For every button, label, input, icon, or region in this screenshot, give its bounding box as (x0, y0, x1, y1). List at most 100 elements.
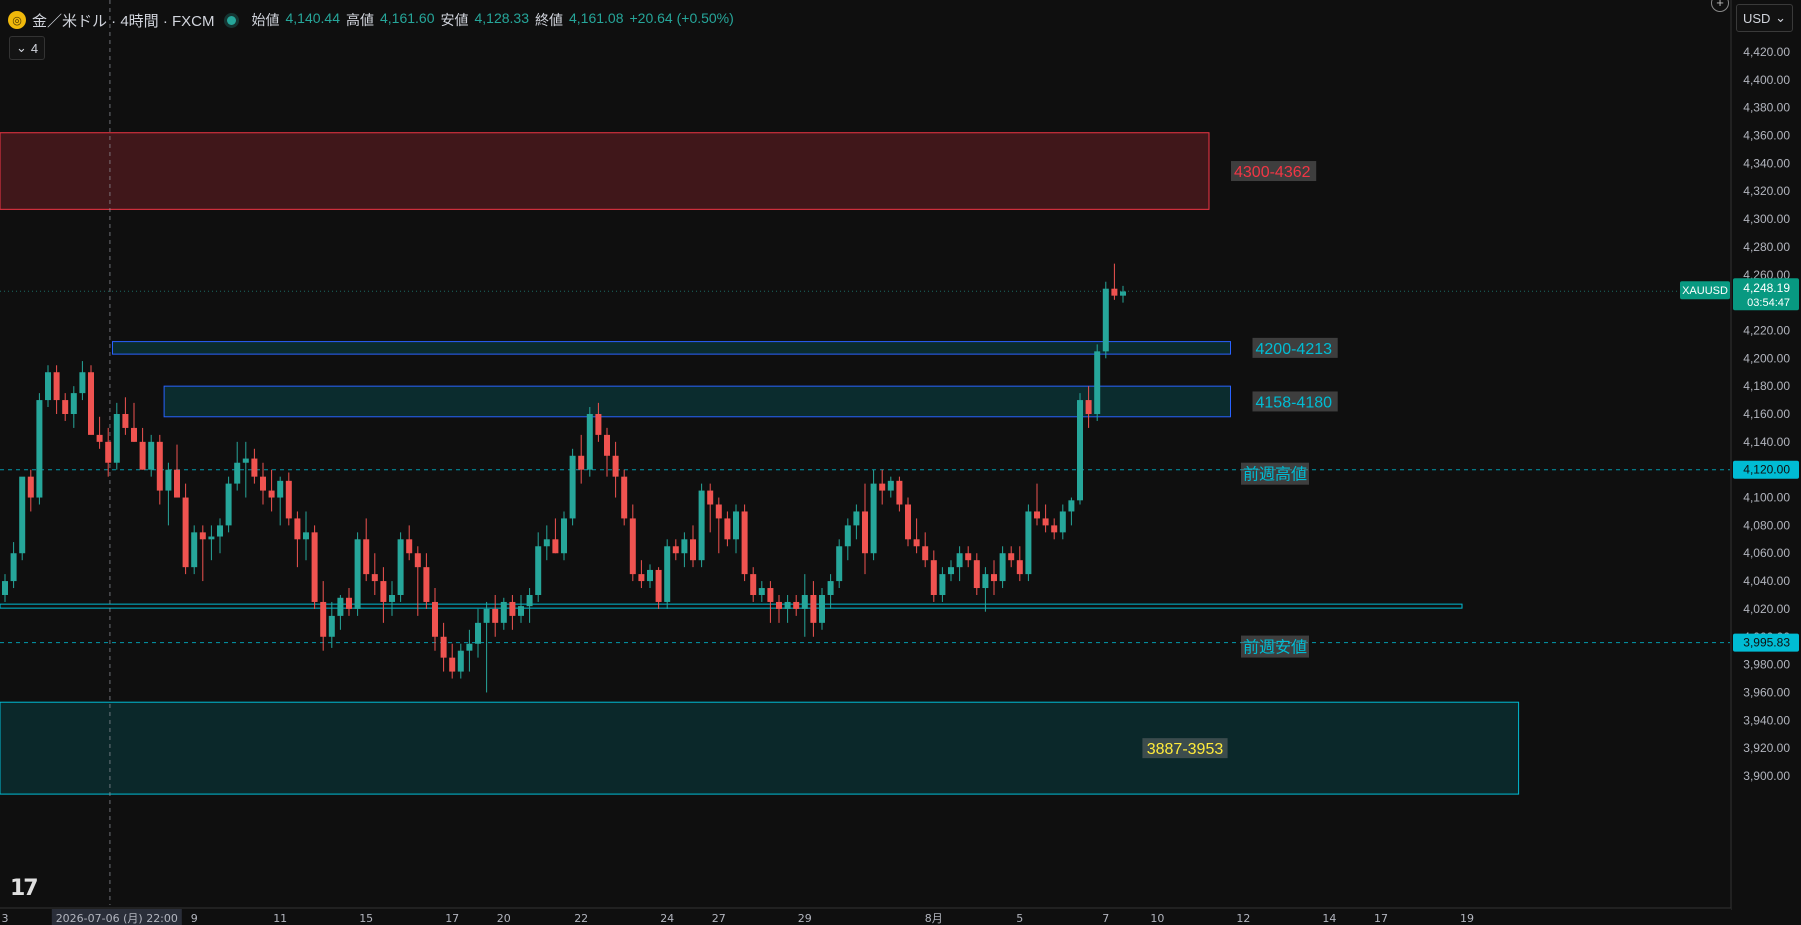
price-axis[interactable]: 3,900.00 3,920.00 3,940.00 3,960.00 3,980.00… (1680, 0, 1801, 925)
candle-body (440, 636, 447, 658)
currency-select[interactable]: USD ⌄ (1736, 4, 1793, 32)
candle-body (638, 574, 645, 582)
price-tick-label: 4,200.00 (1743, 351, 1790, 365)
candle-body (500, 601, 507, 623)
time-tick-label: 15 (359, 912, 373, 925)
candle-body (363, 539, 370, 575)
time-tick-label: 20 (497, 912, 511, 925)
time-tick-label: 19 (1460, 912, 1474, 925)
tradingview-logo-icon: 17 (10, 876, 39, 901)
candle-body (199, 532, 206, 540)
zone-rect[interactable] (0, 132, 1210, 210)
candle-body (621, 476, 628, 519)
candle-body (475, 622, 481, 644)
price-tick-label: 3,940.00 (1743, 713, 1790, 727)
candle-body (535, 546, 542, 595)
candle-body (715, 504, 722, 519)
candle-body (45, 372, 51, 401)
candle-body (36, 400, 43, 498)
candle-body (19, 476, 26, 554)
candle-body (1034, 511, 1040, 519)
candle-body (148, 441, 155, 470)
time-tick-label: 14 (1322, 912, 1336, 925)
candle-body (449, 657, 456, 672)
candle-body (88, 372, 94, 435)
price-tick-label: 4,020.00 (1743, 602, 1790, 616)
candle-body (844, 525, 851, 547)
candle-body (371, 574, 378, 582)
price-tick-label: 4,080.00 (1743, 518, 1790, 532)
candle-body (1085, 400, 1092, 414)
market-open-dot-icon (226, 15, 236, 25)
candle-body (586, 414, 593, 470)
zone-label: 4300-4362 (1234, 164, 1311, 181)
close-value: 4,161.08 (569, 10, 624, 26)
price-chart[interactable]: 前週高値前週安値 4300-4362 4200-4213 4158-4180 3887… (0, 0, 1801, 925)
chevron-down-icon: ⌄ (16, 40, 27, 55)
symbol-tag-text: XAUUSD (1682, 285, 1728, 297)
price-tick-label: 4,300.00 (1743, 212, 1790, 226)
price-tick-label: 3,920.00 (1743, 741, 1790, 755)
candle-body (492, 608, 499, 623)
candle-body (1111, 288, 1118, 296)
price-tick-label: 4,040.00 (1743, 574, 1790, 588)
candle-body (225, 483, 232, 526)
time-tick-label: 27 (712, 912, 726, 925)
candle-body (156, 441, 163, 491)
zone-rect[interactable] (0, 701, 1520, 795)
candle-body (122, 414, 129, 428)
symbol-title[interactable]: 金／米ドル · 4時間 · FXCM (32, 10, 215, 31)
candle-body (79, 372, 86, 394)
zone-rect[interactable] (112, 341, 1231, 355)
candle-body (208, 536, 215, 540)
candle-body (801, 595, 808, 609)
candle-body (793, 601, 800, 609)
time-tick-label: 12 (1236, 912, 1250, 925)
candle-body (724, 518, 731, 540)
candle-body (930, 560, 937, 595)
candle-body (1120, 291, 1126, 296)
candle-body (260, 476, 266, 491)
candle-body (578, 455, 585, 470)
candle-body (939, 574, 946, 595)
candle-body (853, 511, 860, 526)
time-tick-label: 3 (2, 912, 9, 925)
candle-body (311, 532, 318, 602)
candle-body (406, 539, 413, 554)
candle-body (509, 601, 516, 616)
candle-body (1094, 351, 1101, 414)
candle-body (518, 606, 524, 616)
price-tick-label: 4,420.00 (1743, 45, 1790, 59)
price-tick-label: 4,340.00 (1743, 156, 1790, 170)
candle-body (131, 427, 137, 442)
time-tick-label: 8月 (925, 912, 943, 925)
candle-body (948, 567, 954, 575)
time-axis[interactable]: 3 2026-07-06 (月) 22:00 9 11 15 17 20 22 24 27 29 8月… (0, 907, 1731, 925)
price-tick-label: 4,140.00 (1743, 435, 1790, 449)
candle-body (1077, 400, 1083, 501)
price-tick-label: 4,400.00 (1743, 73, 1790, 87)
time-tick-label: 22 (574, 912, 588, 925)
candle-body (827, 581, 834, 595)
candle-body (767, 588, 774, 602)
candle-body (251, 458, 258, 477)
price-tick-label: 3,980.00 (1743, 658, 1790, 672)
candle-body (690, 539, 696, 561)
candle-body (810, 595, 817, 623)
open-value: 4,140.44 (285, 10, 341, 26)
support-line[interactable] (0, 603, 1463, 609)
time-tick-label: 17 (445, 912, 459, 925)
candle-body (328, 615, 335, 637)
zone-rect[interactable] (163, 385, 1232, 418)
candle-body (53, 372, 60, 401)
candle-body (887, 480, 894, 491)
indicators-toggle-button[interactable]: ⌄ 4 (9, 36, 46, 60)
candle-body (2, 581, 8, 595)
price-tick-label: 3,900.00 (1743, 769, 1790, 783)
candle-body (956, 553, 963, 568)
price-tick-label: 4,320.00 (1743, 184, 1790, 198)
time-tick-label: 24 (660, 912, 674, 925)
candle-body (664, 546, 671, 602)
candle-body (750, 574, 757, 595)
ohlc-values: 始値 4,140.44 高値 4,161.60 安値 4,128.33 終値 4,161… (252, 10, 734, 30)
